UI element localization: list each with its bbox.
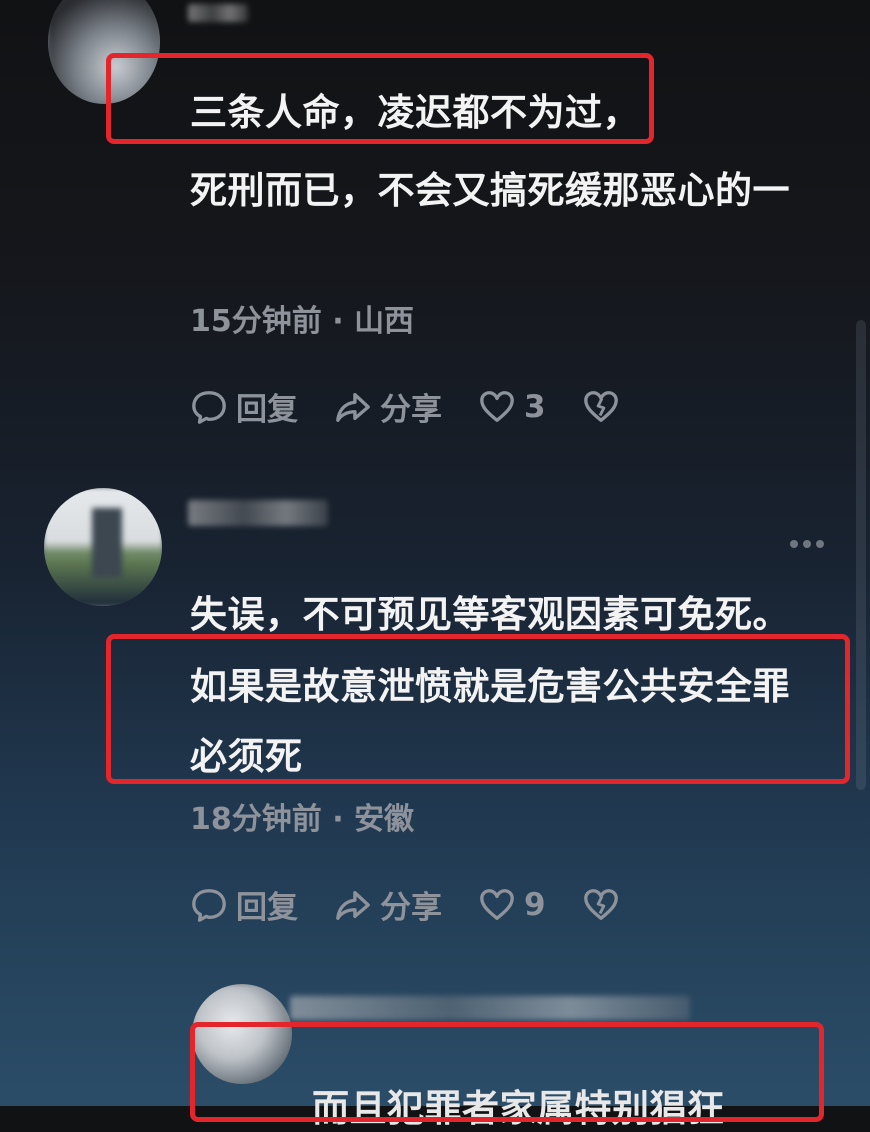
highlight-box (106, 53, 654, 144)
reply-label: 回复 (236, 392, 298, 428)
like-button[interactable]: 9 (478, 886, 546, 924)
share-arrow-icon (336, 392, 370, 422)
comment-time: 18分钟前 (190, 802, 322, 837)
username-blurred[interactable] (188, 500, 328, 526)
share-arrow-icon (336, 890, 370, 920)
dislike-button[interactable] (582, 388, 628, 426)
heart-icon (480, 888, 514, 920)
broken-heart-icon (583, 390, 618, 422)
reply-button[interactable]: 回复 (190, 882, 298, 927)
meta-separator: · (332, 304, 344, 339)
avatar[interactable] (44, 488, 162, 606)
reply-button[interactable]: 回复 (190, 384, 298, 429)
more-dots-icon[interactable] (790, 540, 824, 548)
like-count: 9 (524, 886, 546, 923)
share-button[interactable]: 分享 (334, 384, 442, 429)
comment-meta: 15分钟前 · 山西 (190, 296, 414, 340)
dislike-button[interactable] (582, 886, 628, 924)
share-label: 分享 (380, 392, 442, 428)
username-blurred[interactable] (290, 996, 690, 1020)
heart-icon (480, 390, 514, 422)
comment-text-line: 死刑而已，不会又搞死缓那恶心的一 (190, 169, 790, 212)
share-button[interactable]: 分享 (334, 882, 442, 927)
comment-bubble-icon (192, 390, 226, 424)
comment-text-line: 失误，不可预见等客观因素可免死。 (190, 593, 790, 636)
broken-heart-icon (583, 888, 618, 920)
comment-location: 山西 (354, 304, 415, 339)
reply-label: 回复 (236, 890, 298, 926)
meta-separator: · (332, 802, 344, 837)
like-count: 3 (524, 388, 546, 425)
comment-actions: 回复 分享 9 (190, 882, 664, 927)
highlight-box (106, 634, 850, 784)
comment-time: 15分钟前 (190, 304, 322, 339)
comment-bubble-icon (192, 888, 226, 922)
scrollbar[interactable] (856, 320, 866, 790)
comment-actions: 回复 分享 3 (190, 384, 664, 429)
highlight-box (190, 1022, 824, 1122)
like-button[interactable]: 3 (478, 388, 546, 426)
comment-meta: 18分钟前 · 安徽 (190, 794, 414, 838)
username-blurred[interactable] (188, 4, 248, 22)
comment-location: 安徽 (354, 802, 415, 837)
share-label: 分享 (380, 890, 442, 926)
